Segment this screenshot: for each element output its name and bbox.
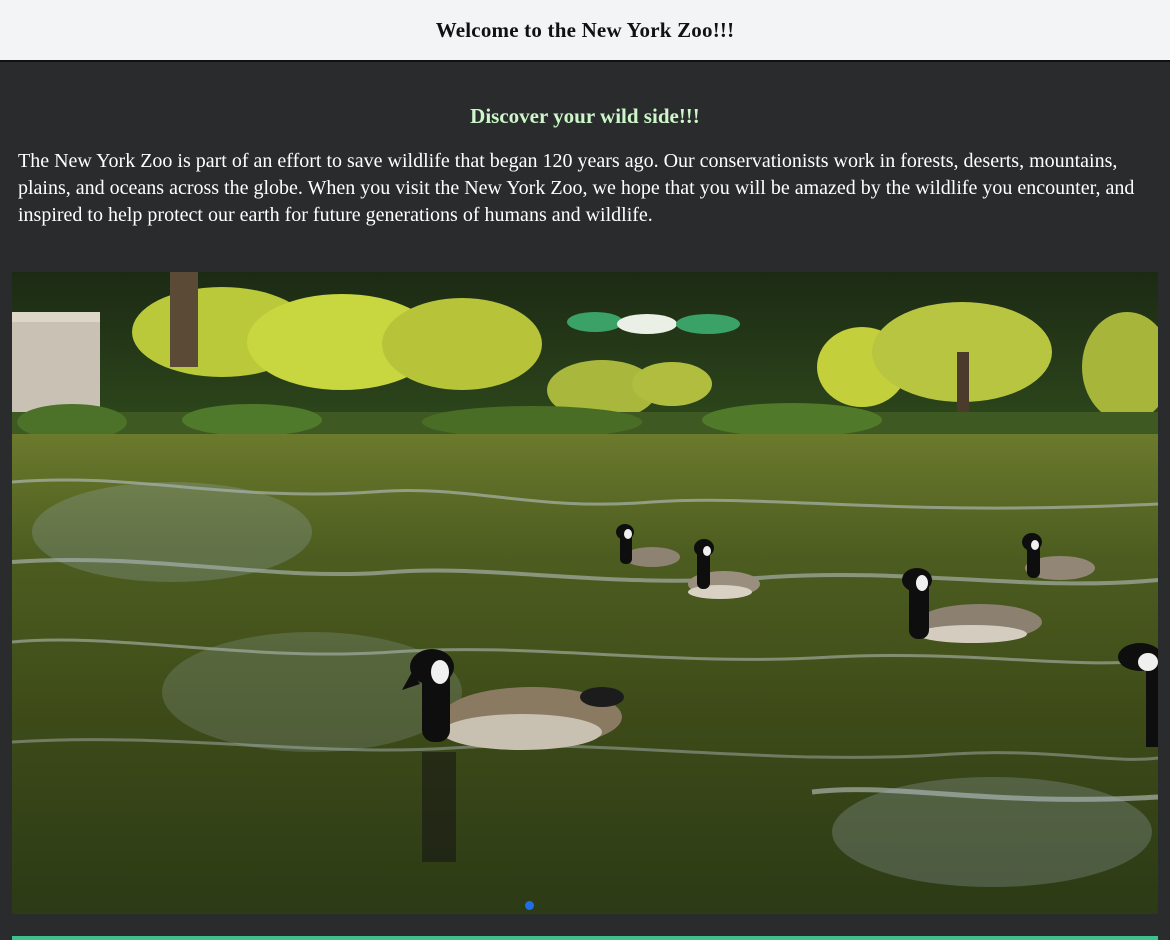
geese-pond-photo: [12, 272, 1158, 914]
site-header: Welcome to the New York Zoo!!!: [0, 0, 1170, 62]
footer-accent-bar: [12, 936, 1158, 940]
page-title: Welcome to the New York Zoo!!!: [435, 17, 735, 42]
carousel-dot-active[interactable]: [525, 901, 534, 910]
intro-paragraph: The New York Zoo is part of an effort to…: [18, 150, 1135, 226]
hero-carousel[interactable]: [12, 272, 1158, 914]
tagline: Discover your wild side!!!: [470, 104, 700, 128]
